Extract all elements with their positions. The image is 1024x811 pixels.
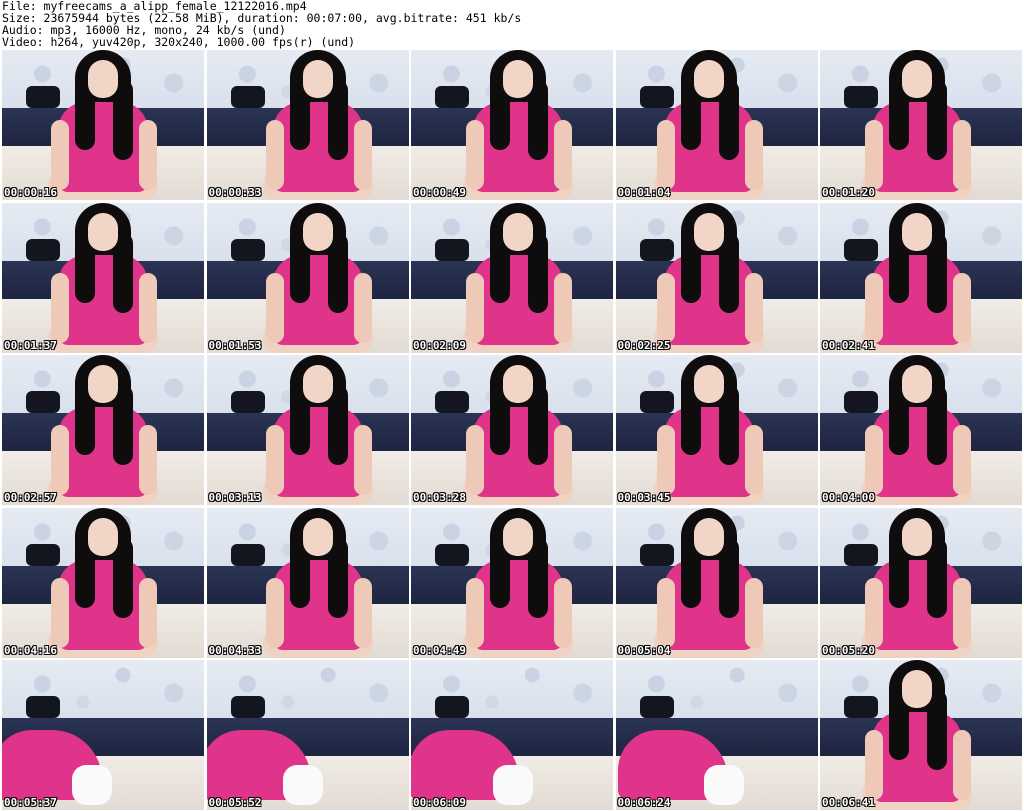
timestamp-label: 00:02:25 [617, 338, 671, 352]
timestamp-label: 00:02:57 [4, 491, 57, 504]
person-figure [820, 355, 1022, 505]
person-figure [616, 50, 818, 200]
person-figure [2, 50, 204, 200]
timestamp-label: 00:05:04 [617, 643, 671, 657]
video-thumbnail: 00:01:53 [206, 202, 409, 353]
person-figure [820, 202, 1022, 353]
video-thumbnail: 00:01:20 [820, 50, 1022, 200]
timestamp-label: 00:06:41 [822, 796, 875, 809]
person-figure [2, 355, 204, 505]
video-thumbnail: 00:04:49 [411, 507, 613, 658]
timestamp-label: 00:03:28 [413, 491, 466, 504]
timestamp-label: 00:04:00 [822, 491, 875, 504]
video-thumbnail: 00:00:33 [206, 50, 409, 200]
video-thumbnail: 00:06:41 [820, 660, 1022, 810]
video-thumbnail: 00:02:57 [2, 355, 204, 505]
timestamp-label: 00:02:41 [822, 338, 875, 352]
video-thumbnail: 00:05:04 [615, 507, 818, 658]
person-figure [411, 507, 613, 658]
timestamp-label: 00:01:04 [617, 186, 671, 199]
person-figure [2, 507, 204, 658]
timestamp-label: 00:01:53 [208, 338, 262, 352]
video-thumbnail: 00:05:20 [820, 507, 1022, 658]
person-figure [616, 660, 818, 810]
timestamp-label: 00:00:16 [4, 186, 57, 199]
video-thumbnail: 00:01:37 [2, 202, 204, 353]
person-figure [207, 50, 409, 200]
timestamp-label: 00:05:52 [208, 796, 262, 809]
person-figure [616, 355, 818, 505]
person-figure [616, 202, 818, 353]
thumbnail-grid: 00:00:16 00:00:33 00:00:49 00:01:04 00:0… [2, 50, 1022, 810]
video-thumbnail: 00:02:09 [411, 202, 613, 353]
video-thumbnail: 00:04:00 [820, 355, 1022, 505]
timestamp-label: 00:00:49 [413, 186, 466, 199]
video-thumbnail: 00:02:25 [615, 202, 818, 353]
video-thumbnail: 00:00:16 [2, 50, 204, 200]
timestamp-label: 00:03:45 [617, 491, 671, 504]
person-figure [206, 660, 409, 810]
timestamp-label: 00:04:33 [208, 643, 262, 657]
timestamp-label: 00:06:24 [617, 796, 671, 809]
person-figure [411, 202, 613, 353]
timestamp-label: 00:00:33 [208, 186, 262, 199]
timestamp-label: 00:02:09 [413, 338, 466, 352]
person-figure [411, 355, 613, 505]
video-thumbnail: 00:03:28 [411, 355, 613, 505]
video-thumbnail: 00:01:04 [615, 50, 818, 200]
person-figure [616, 507, 818, 658]
timestamp-label: 00:01:20 [822, 186, 875, 199]
timestamp-label: 00:04:16 [4, 643, 57, 657]
person-figure [207, 355, 409, 505]
timestamp-label: 00:05:37 [4, 796, 57, 809]
timestamp-label: 00:04:49 [413, 643, 466, 657]
video-thumbnail: 00:06:24 [615, 660, 818, 810]
person-figure [2, 660, 204, 810]
timestamp-label: 00:05:20 [822, 643, 875, 657]
video-thumbnail: 00:05:52 [206, 660, 409, 810]
person-figure [820, 507, 1022, 658]
video-thumbnail: 00:06:09 [411, 660, 613, 810]
timestamp-label: 00:06:09 [413, 796, 466, 809]
video-thumbnail: 00:05:37 [2, 660, 204, 810]
person-figure [2, 202, 204, 353]
video-thumbnail: 00:02:41 [820, 202, 1022, 353]
video-thumbnail: 00:04:16 [2, 507, 204, 658]
video-thumbnail: 00:03:13 [206, 355, 409, 505]
timestamp-label: 00:01:37 [4, 338, 57, 352]
person-figure [207, 202, 409, 353]
video-info-line: Video: h264, yuv420p, 320x240, 1000.00 f… [2, 35, 356, 49]
person-figure [411, 50, 613, 200]
timestamp-label: 00:03:13 [208, 491, 262, 504]
person-figure [411, 660, 613, 810]
video-thumbnail: 00:04:33 [206, 507, 409, 658]
person-figure [820, 50, 1022, 200]
video-thumbnail: 00:00:49 [411, 50, 613, 200]
person-figure [820, 660, 1022, 810]
person-figure [207, 507, 409, 658]
file-info-header: File: myfreecams_a_alipp_female_12122016… [2, 0, 1022, 48]
video-thumbnail: 00:03:45 [615, 355, 818, 505]
